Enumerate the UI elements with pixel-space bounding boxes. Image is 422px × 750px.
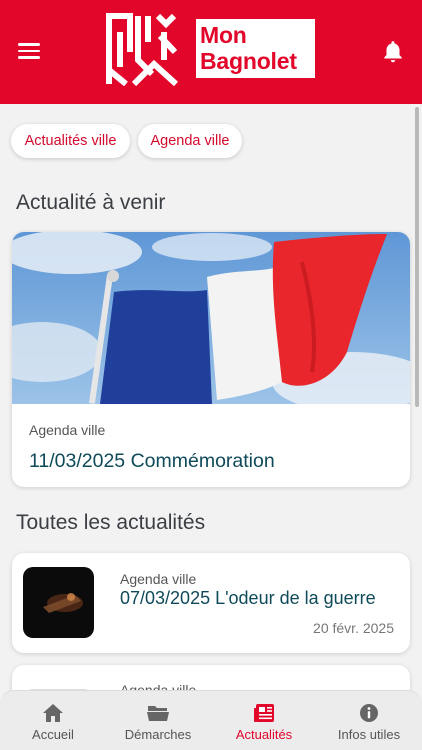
tab-accueil[interactable]: Accueil: [18, 691, 88, 750]
featured-category: Agenda ville: [29, 422, 106, 438]
filter-actualites-ville[interactable]: Actualités ville: [11, 124, 130, 158]
scrollbar[interactable]: [415, 107, 419, 407]
hamburger-menu-icon[interactable]: [18, 43, 40, 61]
home-icon: [43, 704, 63, 722]
news-date: 20 févr. 2025: [313, 620, 394, 636]
bottom-tab-bar: Accueil Démarches Actualités Infos utile…: [0, 690, 422, 750]
app-header: Mon Bagnolet: [0, 0, 422, 104]
bagnolet-logo-mark: [106, 13, 178, 86]
tab-label: Actualités: [235, 727, 293, 742]
dark-theatre-photo: [23, 567, 94, 638]
featured-news-card[interactable]: Agenda ville 11/03/2025 Commémoration: [12, 232, 410, 487]
tab-demarches[interactable]: Démarches: [118, 691, 198, 750]
logo-wordmark: Mon Bagnolet: [196, 19, 315, 78]
upcoming-section-title: Actualité à venir: [16, 191, 166, 214]
folder-icon: [147, 706, 169, 721]
featured-title: 11/03/2025 Commémoration: [29, 450, 275, 472]
french-flag-photo: [12, 232, 410, 404]
bell-icon[interactable]: [380, 39, 406, 65]
all-news-section-title: Toutes les actualités: [16, 511, 206, 534]
logo-line-1: Mon: [200, 22, 247, 48]
tab-label: Infos utiles: [337, 727, 401, 742]
newspaper-icon: [254, 704, 274, 722]
tab-label: Démarches: [124, 727, 192, 742]
logo-line-2: Bagnolet: [200, 48, 297, 74]
tab-label: Accueil: [32, 727, 74, 742]
tab-infos-utiles[interactable]: Infos utiles: [330, 691, 408, 750]
info-icon: [360, 704, 378, 722]
news-category: Agenda ville: [120, 571, 197, 587]
filter-agenda-ville[interactable]: Agenda ville: [138, 124, 242, 158]
news-title: 07/03/2025 L'odeur de la guerre: [120, 588, 376, 608]
news-item[interactable]: Agenda ville 07/03/2025 L'odeur de la gu…: [12, 553, 410, 653]
tab-actualites[interactable]: Actualités: [226, 691, 302, 750]
